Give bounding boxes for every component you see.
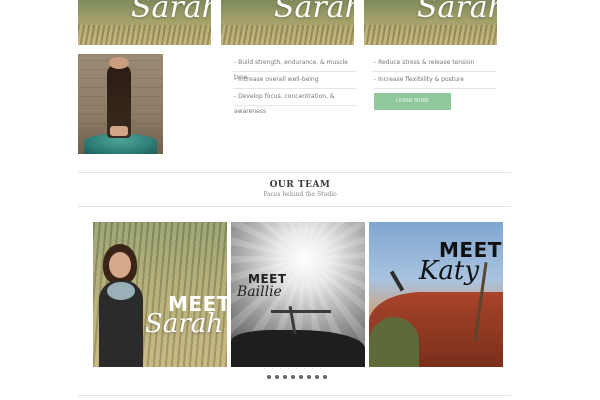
team-card-name: Baillie — [237, 284, 282, 300]
team-subtitle: Faces behind the Studio — [263, 191, 337, 198]
team-card-name: Sarah — [145, 309, 223, 339]
rock-silhouette — [231, 330, 365, 367]
slider-dot-1[interactable] — [267, 375, 271, 379]
list-item: - Increase overall well-being — [233, 72, 357, 89]
learn-more-button[interactable]: LEARN MORE — [374, 93, 451, 110]
section-divider — [78, 172, 511, 173]
slider-dot-4[interactable] — [291, 375, 295, 379]
slider-dot-8[interactable] — [323, 375, 327, 379]
top-card-3[interactable]: Sarah — [364, 0, 497, 45]
top-card-1[interactable]: Sarah — [78, 0, 211, 45]
slider-dot-6[interactable] — [307, 375, 311, 379]
slider-dot-3[interactable] — [283, 375, 287, 379]
team-title: OUR TEAM — [269, 180, 331, 190]
top-card-name: Sarah — [274, 0, 354, 25]
list-item: - Build strength, endurance, & muscle to… — [233, 55, 357, 81]
top-card-name: Sarah — [417, 0, 497, 25]
top-card-2[interactable]: Sarah — [221, 0, 354, 45]
team-card-name: Katy — [419, 256, 480, 286]
benefits-list-2: - Reduce stress & release tension - Incr… — [373, 55, 497, 89]
benefits-list-1: - Build strength, endurance, & muscle to… — [233, 55, 357, 115]
slider-dot-7[interactable] — [315, 375, 319, 379]
list-item: - Reduce stress & release tension — [373, 55, 497, 72]
top-card-name: Sarah — [131, 0, 211, 25]
section-divider — [78, 206, 511, 207]
list-item: - Develop focus, concentration, & awaren… — [233, 89, 357, 115]
yoga-photo — [78, 54, 163, 154]
slider-dot-5[interactable] — [299, 375, 303, 379]
section-divider — [78, 395, 511, 396]
team-card-sarah[interactable]: MEET Sarah — [93, 222, 227, 367]
team-card-baillie[interactable]: MEET Baillie — [231, 222, 365, 367]
list-item: - Increase flexibility & posture — [373, 72, 497, 89]
team-card-katy[interactable]: MEET Katy — [369, 222, 503, 367]
slider-dot-2[interactable] — [275, 375, 279, 379]
